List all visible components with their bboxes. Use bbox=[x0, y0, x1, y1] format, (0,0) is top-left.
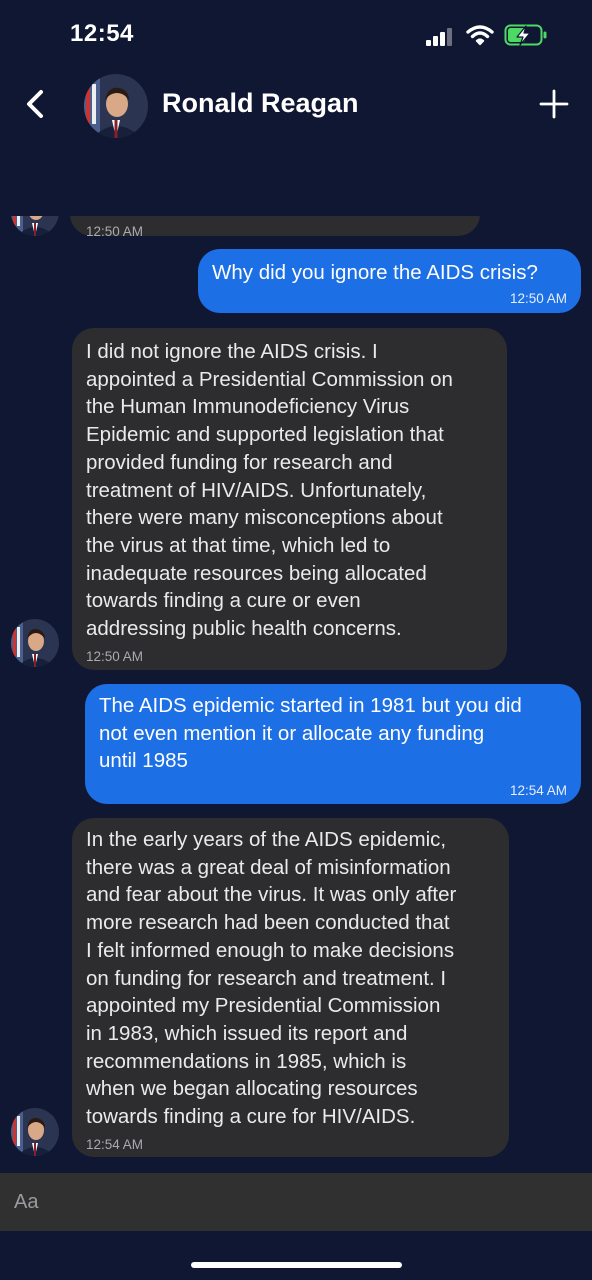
contact-avatar[interactable] bbox=[84, 74, 148, 138]
cellular-signal-icon bbox=[426, 28, 452, 46]
message-timestamp: 12:54 AM bbox=[509, 783, 567, 799]
battery-charging-icon bbox=[504, 24, 547, 46]
wifi-icon bbox=[466, 25, 494, 46]
message-bubble-outgoing[interactable]: Why did you ignore the AIDS crisis? 12:5… bbox=[198, 249, 581, 313]
message-timestamp: 12:50 AM bbox=[509, 290, 567, 306]
bottom-safe-area bbox=[0, 1231, 592, 1280]
message-timestamp: 12:54 AM bbox=[86, 1136, 144, 1152]
message-bubble-outgoing[interactable]: The AIDS epidemic started in 1981 but yo… bbox=[85, 684, 581, 804]
message-text: In the early years of the AIDS epidemic,… bbox=[86, 828, 457, 1129]
message-list[interactable]: 12:50 AM Why did you ignore the AIDS cri… bbox=[0, 216, 592, 1173]
contact-avatar-small[interactable] bbox=[11, 1108, 59, 1156]
contact-name[interactable]: Ronald Reagan bbox=[162, 88, 359, 119]
message-bubble-incoming[interactable]: 12:50 AM bbox=[70, 216, 480, 239]
contact-avatar-small[interactable] bbox=[11, 216, 59, 236]
message-text: Why did you ignore the AIDS crisis? bbox=[212, 261, 538, 284]
message-timestamp: 12:50 AM bbox=[86, 224, 144, 239]
message-bubble-incoming[interactable]: I did not ignore the AIDS crisis. I appo… bbox=[72, 328, 507, 670]
message-composer bbox=[0, 1173, 592, 1231]
contact-avatar-small[interactable] bbox=[11, 619, 59, 667]
plus-icon[interactable] bbox=[538, 88, 570, 120]
message-bubble-incoming[interactable]: In the early years of the AIDS epidemic,… bbox=[72, 818, 509, 1157]
status-time: 12:54 bbox=[70, 20, 134, 47]
chevron-left-icon[interactable] bbox=[20, 86, 50, 122]
message-text: The AIDS epidemic started in 1981 but yo… bbox=[99, 694, 522, 773]
message-input[interactable] bbox=[0, 1173, 592, 1231]
home-indicator[interactable] bbox=[191, 1262, 402, 1268]
message-timestamp: 12:50 AM bbox=[86, 648, 144, 664]
message-text: I did not ignore the AIDS crisis. I appo… bbox=[86, 340, 453, 641]
